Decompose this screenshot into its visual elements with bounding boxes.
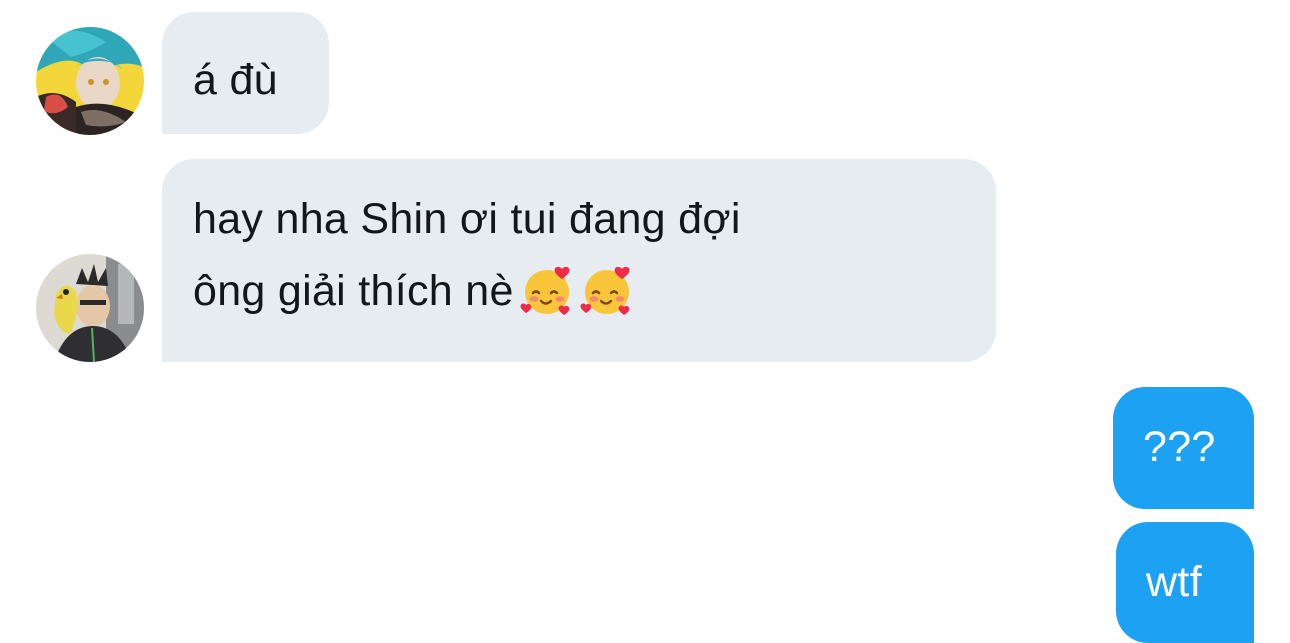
- smiling-face-with-hearts-icon: [580, 263, 634, 317]
- message-text: ông giải thích nè: [193, 267, 514, 315]
- avatar-image: [36, 254, 144, 362]
- message-text: á đù: [193, 56, 278, 104]
- message-bubble-incoming-1[interactable]: á đù: [162, 12, 329, 134]
- sender-avatar-1[interactable]: [36, 27, 144, 135]
- sender-avatar-2[interactable]: [36, 254, 144, 362]
- message-bubble-outgoing-2[interactable]: wtf: [1116, 522, 1254, 643]
- message-bubble-incoming-2[interactable]: hay nha Shin ơi tui đang đợi ông giải th…: [162, 159, 996, 362]
- smiling-face-with-hearts-icon: [520, 263, 574, 317]
- avatar-image: [36, 27, 144, 135]
- message-text: wtf: [1146, 558, 1202, 606]
- message-bubble-outgoing-1[interactable]: ???: [1113, 387, 1254, 509]
- message-text-line-1: hay nha Shin ơi tui đang đợi: [193, 195, 741, 243]
- conversation-thread: á đù hay nha Shin ơi tui đang đợi ông gi…: [0, 0, 1290, 643]
- message-text: ???: [1143, 423, 1216, 471]
- message-text-line-2: ông giải thích nè: [193, 255, 996, 327]
